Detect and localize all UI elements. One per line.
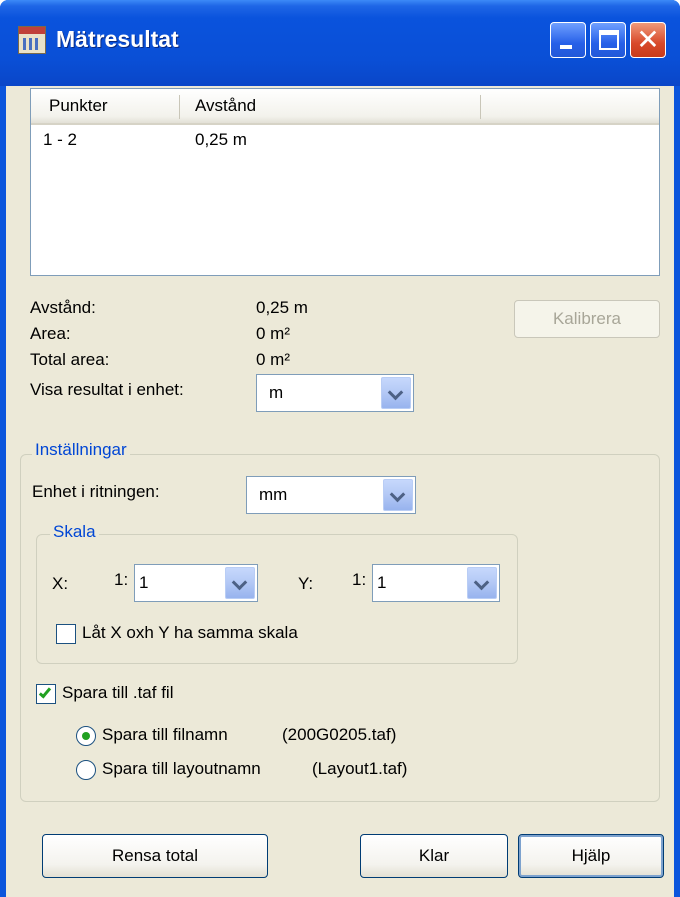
dialog-body: Punkter Avstånd 1 - 2 0,25 m Avstånd: 0,… — [6, 86, 674, 897]
scale-x-prefix: 1: — [114, 570, 129, 589]
close-button[interactable]: Klar — [360, 834, 508, 878]
save-taf-label[interactable]: Spara till .taf fil — [62, 683, 174, 703]
scale-y-select[interactable]: 1 — [372, 564, 500, 602]
total-area-label: Total area: — [30, 350, 110, 369]
save-filename-label[interactable]: Spara till filnamn — [102, 725, 228, 745]
chevron-down-icon[interactable] — [383, 479, 413, 511]
list-cell-avstand: 0,25 m — [195, 130, 247, 149]
chevron-down-icon[interactable] — [381, 377, 411, 409]
total-area-value: 0 m² — [256, 350, 290, 369]
settings-group-title: Inställningar — [32, 440, 130, 460]
list-item[interactable]: 1 - 2 0,25 m — [31, 127, 659, 155]
drawing-unit-select[interactable]: mm — [246, 476, 416, 514]
help-button[interactable]: Hjälp — [518, 834, 664, 878]
close-window-button[interactable]: ✕ — [630, 22, 666, 58]
save-taf-checkbox[interactable] — [36, 684, 56, 704]
scale-y-prefix: 1: — [352, 570, 367, 589]
dialog-window: Mätresultat ✕ Punkter Avstånd 1 - 2 0,25… — [0, 0, 680, 897]
chevron-down-icon[interactable] — [225, 567, 255, 599]
minimize-icon — [560, 45, 572, 49]
save-layout-radio[interactable] — [76, 760, 96, 780]
title-bar[interactable]: Mätresultat ✕ — [0, 0, 680, 86]
drawing-unit-label: Enhet i ritningen: — [32, 482, 160, 501]
close-icon: ✕ — [636, 23, 660, 56]
save-layout-label[interactable]: Spara till layoutnamn — [102, 759, 261, 779]
maximize-icon — [599, 30, 619, 50]
result-unit-select[interactable]: m — [256, 374, 414, 412]
same-scale-checkbox[interactable] — [56, 624, 76, 644]
column-header-avstand[interactable]: Avstånd — [195, 96, 256, 116]
column-header-punkter[interactable]: Punkter — [49, 96, 108, 116]
scale-x-value: 1 — [139, 573, 149, 592]
window-title: Mätresultat — [56, 26, 179, 52]
results-list[interactable]: Punkter Avstånd 1 - 2 0,25 m — [30, 88, 660, 276]
drawing-unit-value: mm — [259, 485, 288, 504]
radio-selected-icon — [82, 732, 90, 740]
list-header: Punkter Avstånd — [31, 89, 659, 125]
save-filename-radio[interactable] — [76, 726, 96, 746]
result-unit-label: Visa resultat i enhet: — [30, 380, 184, 399]
chevron-down-icon[interactable] — [467, 567, 497, 599]
distance-label: Avstånd: — [30, 298, 96, 317]
area-label: Area: — [30, 324, 71, 343]
app-icon — [18, 26, 46, 54]
minimize-button[interactable] — [550, 22, 586, 58]
same-scale-label[interactable]: Låt X oxh Y ha samma skala — [82, 623, 298, 643]
clear-total-button[interactable]: Rensa total — [42, 834, 268, 878]
scale-y-label: Y: — [298, 574, 314, 593]
save-layout-value: (Layout1.taf) — [312, 759, 408, 778]
result-unit-value: m — [269, 383, 284, 402]
scale-group-title: Skala — [50, 522, 99, 542]
scale-x-select[interactable]: 1 — [134, 564, 258, 602]
save-filename-value: (200G0205.taf) — [282, 725, 397, 744]
calibrate-button[interactable]: Kalibrera — [514, 300, 660, 338]
maximize-button[interactable] — [590, 22, 626, 58]
area-value: 0 m² — [256, 324, 290, 343]
checkmark-icon — [38, 685, 52, 699]
list-cell-punkter: 1 - 2 — [43, 130, 78, 149]
scale-x-label: X: — [52, 574, 69, 593]
distance-value: 0,25 m — [256, 298, 308, 317]
scale-y-value: 1 — [377, 573, 387, 592]
